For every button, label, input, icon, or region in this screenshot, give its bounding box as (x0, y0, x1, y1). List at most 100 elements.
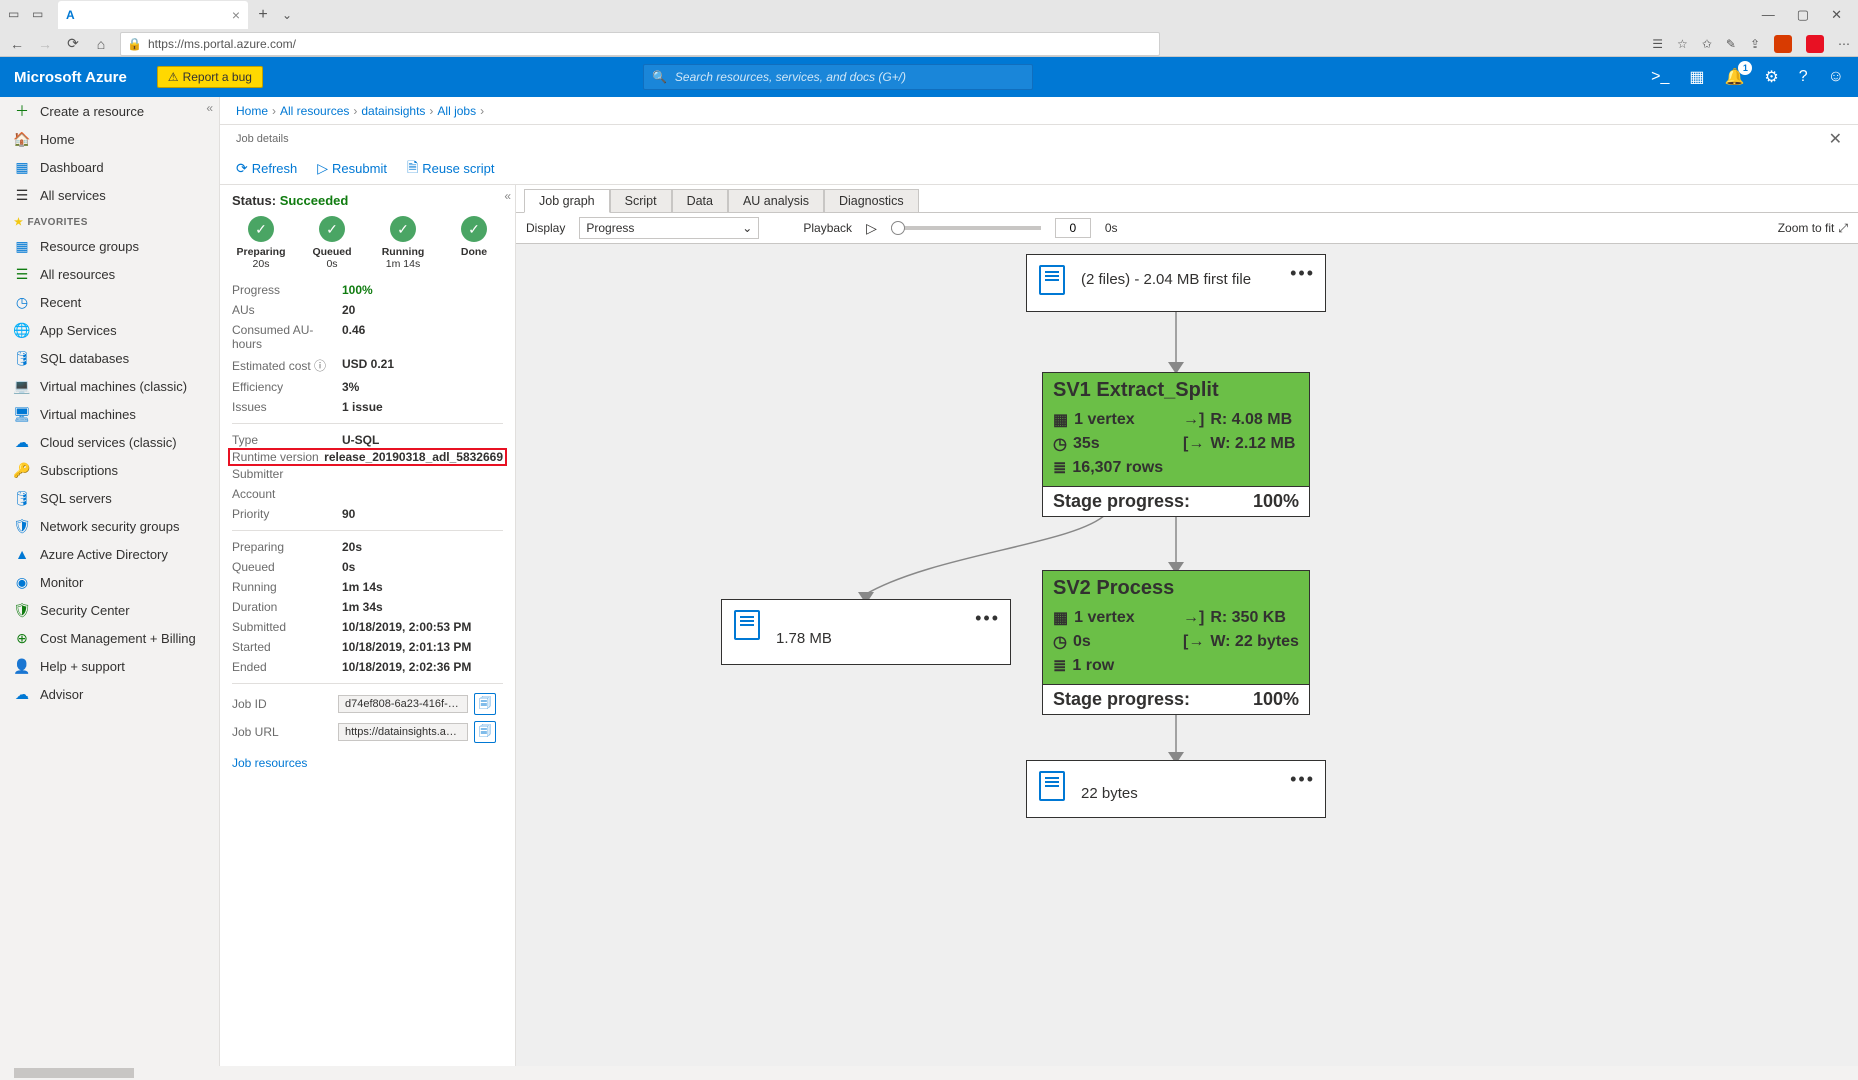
zoom-to-fit-button[interactable]: Zoom to fit ⤢ (1778, 221, 1848, 236)
copy-joburl-button[interactable]: 🗐 (474, 721, 496, 743)
playback-slider[interactable] (891, 226, 1041, 230)
refresh-button[interactable]: ⟳Refresh (236, 160, 297, 177)
forward-icon: → (36, 36, 54, 52)
graph-node-sv1[interactable]: SV1 Extract_Split ▦1 vertex →]R: 4.08 MB… (1042, 372, 1310, 517)
cloud-shell-icon[interactable]: >_ (1651, 68, 1669, 86)
star-icon: ★ (14, 217, 23, 228)
node-menu-icon[interactable]: ••• (1290, 769, 1315, 790)
tab[interactable]: Job graph (524, 189, 610, 213)
collapse-sidebar-icon[interactable]: « (206, 101, 213, 115)
nav-sidebar: « ＋Create a resource 🏠Home ▦Dashboard ☰A… (0, 97, 220, 1080)
graph-node-output-file[interactable]: 22 bytes ••• (1026, 760, 1326, 818)
dashboard-icon: ▦ (14, 159, 30, 175)
collapse-details-icon[interactable]: « (504, 189, 511, 203)
sidebar-item[interactable]: 🖥Virtual machines (0, 400, 219, 428)
ext-icon-2[interactable] (1806, 35, 1824, 53)
node-menu-icon[interactable]: ••• (1290, 263, 1315, 284)
file-icon (734, 610, 760, 640)
sidebar-item[interactable]: ☁Cloud services (classic) (0, 428, 219, 456)
sidebar-all-services[interactable]: ☰All services (0, 181, 219, 209)
azure-top-bar: Microsoft Azure ⚠ Report a bug 🔍 Search … (0, 57, 1858, 97)
write-icon: [→ (1183, 435, 1204, 453)
job-resources-link[interactable]: Job resources (232, 756, 503, 770)
tab[interactable]: AU analysis (728, 189, 824, 213)
reading-view-icon[interactable]: ☰ (1652, 37, 1663, 51)
favorite-icon[interactable]: ☆ (1677, 37, 1688, 51)
close-blade-icon[interactable]: ✕ (1829, 129, 1842, 149)
blade-toolbar: ⟳Refresh ▷Resubmit 🗎Reuse script (220, 153, 1858, 185)
sidebar-item[interactable]: 🛡Security Center (0, 596, 219, 624)
sidebar-item[interactable]: 🛡Network security groups (0, 512, 219, 540)
vertex-icon: ▦ (1053, 410, 1068, 430)
crumb[interactable]: Home (236, 104, 268, 118)
favorites-bar-icon[interactable]: ✩ (1702, 37, 1712, 51)
browser-tab[interactable]: A × (58, 1, 248, 29)
copy-jobid-button[interactable]: 🗐 (474, 693, 496, 715)
graph-node-intermediate-file[interactable]: 1.78 MB ••• (721, 599, 1011, 665)
tab[interactable]: Data (672, 189, 728, 213)
help-icon[interactable]: ? (1799, 68, 1808, 86)
window-minimize-icon[interactable]: — (1762, 7, 1775, 23)
new-tab-button[interactable]: + (254, 6, 272, 24)
settings-icon[interactable]: ⚙ (1764, 67, 1778, 87)
more-icon[interactable]: ⋯ (1838, 37, 1850, 51)
sidebar-item[interactable]: 🔑Subscriptions (0, 456, 219, 484)
sidebar-item[interactable]: ⊕Cost Management + Billing (0, 624, 219, 652)
sidebar-item[interactable]: 👤Help + support (0, 652, 219, 680)
tab[interactable]: Script (610, 189, 672, 213)
job-id-value[interactable]: d74ef808-6a23-416f-b185... (338, 695, 468, 713)
job-url-value[interactable]: https://datainsights.azure... (338, 723, 468, 741)
ext-icon-1[interactable] (1774, 35, 1792, 53)
property-row: Priority90 (232, 504, 503, 524)
sidebar-item[interactable]: 🌐App Services (0, 316, 219, 344)
crumb[interactable]: All jobs (437, 104, 476, 118)
notifications-icon[interactable]: 🔔1 (1724, 67, 1744, 87)
bug-icon: ⚠ (168, 70, 179, 84)
feedback-icon[interactable]: ☺ (1828, 68, 1844, 86)
playback-seconds-input[interactable] (1055, 218, 1091, 238)
azure-brand[interactable]: Microsoft Azure (14, 69, 127, 86)
resubmit-button[interactable]: ▷Resubmit (317, 160, 387, 177)
sidebar-create-resource[interactable]: ＋Create a resource (0, 97, 219, 125)
sidebar-item[interactable]: ▦Resource groups (0, 232, 219, 260)
home-icon[interactable]: ⌂ (92, 36, 110, 52)
address-bar[interactable]: 🔒 https://ms.portal.azure.com/ (120, 32, 1160, 56)
reuse-script-button[interactable]: 🗎Reuse script (407, 157, 495, 181)
back-icon[interactable]: ← (8, 36, 26, 52)
sidebar-item[interactable]: ◉Monitor (0, 568, 219, 596)
sidebar-item[interactable]: ☁Advisor (0, 680, 219, 708)
sidebar-item[interactable]: 🛢SQL servers (0, 484, 219, 512)
sidebar-item[interactable]: 🛢SQL databases (0, 344, 219, 372)
horizontal-scrollbar[interactable] (0, 1066, 1858, 1080)
refresh-icon[interactable]: ⟳ (64, 35, 82, 52)
graph-node-sv2[interactable]: SV2 Process ▦1 vertex →]R: 350 KB ◷0s [→… (1042, 570, 1310, 715)
job-graph-canvas[interactable]: (2 files) - 2.04 MB first file ••• SV1 E… (516, 244, 1858, 1080)
display-select[interactable]: Progress⌄ (579, 217, 759, 239)
report-bug-button[interactable]: ⚠ Report a bug (157, 66, 263, 88)
crumb[interactable]: datainsights (361, 104, 425, 118)
sidebar-home[interactable]: 🏠Home (0, 125, 219, 153)
window-close-icon[interactable]: ✕ (1831, 7, 1842, 23)
play-icon[interactable]: ▷ (866, 220, 877, 237)
sidebar-item[interactable]: ☰All resources (0, 260, 219, 288)
sidebar-item[interactable]: ▲Azure Active Directory (0, 540, 219, 568)
tab[interactable]: Diagnostics (824, 189, 919, 213)
sidebar-dashboard[interactable]: ▦Dashboard (0, 153, 219, 181)
directory-icon[interactable]: ▦ (1689, 67, 1704, 87)
window-maximize-icon[interactable]: ▢ (1797, 7, 1809, 23)
tab-menu-icon[interactable]: ⌄ (278, 8, 296, 22)
global-search[interactable]: 🔍 Search resources, services, and docs (… (643, 64, 1033, 90)
nav-icon: 🛡 (14, 602, 30, 618)
sidebar-item[interactable]: ◷Recent (0, 288, 219, 316)
share-icon[interactable]: ⇪ (1750, 37, 1760, 51)
graph-node-input-files[interactable]: (2 files) - 2.04 MB first file ••• (1026, 254, 1326, 312)
notes-icon[interactable]: ✎ (1726, 37, 1736, 51)
sidebar-item[interactable]: 💻Virtual machines (classic) (0, 372, 219, 400)
nav-icon: 💻 (14, 378, 30, 394)
close-tab-icon[interactable]: × (232, 7, 240, 23)
node-menu-icon[interactable]: ••• (975, 608, 1000, 629)
clock-icon: ◷ (1053, 434, 1067, 454)
play-icon: ▷ (317, 160, 328, 177)
property-row: Estimated cost ⓘUSD 0.21 (232, 354, 503, 377)
crumb[interactable]: All resources (280, 104, 349, 118)
